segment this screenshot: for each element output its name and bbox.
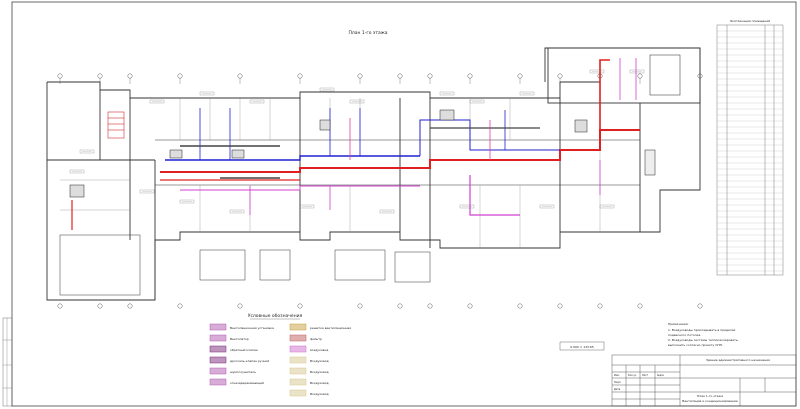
axis-bubble bbox=[127, 73, 133, 79]
axis-bubble bbox=[357, 303, 363, 309]
notes-line-4: выполнить согласно проекту СНП. bbox=[668, 343, 723, 347]
axis-bubble bbox=[427, 73, 433, 79]
title-block-rows: Изм. Кол.уч Лист №док Подп. Дата bbox=[614, 374, 665, 391]
title-block-cell: №док bbox=[657, 374, 665, 377]
legend-swatch bbox=[289, 378, 307, 386]
axis-bubble bbox=[467, 303, 473, 309]
legend-item: дроссель-клапан ручной bbox=[209, 356, 269, 364]
legend-label: Воздуховод bbox=[310, 392, 329, 396]
axis-bubble bbox=[397, 73, 403, 79]
legend-item: Воздуховод bbox=[289, 378, 329, 386]
legend-item: Воздуховод bbox=[289, 389, 329, 397]
title-block-cell: Подп. bbox=[614, 381, 621, 384]
axis-bubble bbox=[517, 303, 523, 309]
axis-bubble bbox=[127, 303, 133, 309]
legend-label: фильтр bbox=[310, 337, 322, 341]
axis-markers bbox=[57, 73, 703, 309]
axis-bubble bbox=[557, 303, 563, 309]
legend-swatch bbox=[209, 345, 227, 353]
legend-swatch bbox=[209, 323, 227, 331]
legend-label: Воздуховод bbox=[310, 359, 329, 363]
duct-network bbox=[71, 58, 640, 230]
axis-bubble bbox=[57, 303, 63, 309]
axis-bubble bbox=[397, 303, 403, 309]
axis-bubble bbox=[517, 73, 523, 79]
legend-swatch bbox=[209, 356, 227, 364]
axis-bubble bbox=[597, 303, 603, 309]
spec-table bbox=[716, 24, 784, 276]
legend-label: Воздуховод bbox=[310, 381, 329, 385]
equipment bbox=[69, 54, 681, 198]
legend-item: воздуховод bbox=[289, 345, 328, 353]
notes-line-3: 2. Воздуховоды системы теплоизолировать, bbox=[668, 338, 739, 342]
axis-bubble bbox=[237, 303, 243, 309]
drawing-sheet: План 1-го этажа 0.000 = 133.65 Условные … bbox=[2, 1, 797, 407]
staircase-left bbox=[107, 111, 125, 139]
legend-item: обратный клапан bbox=[209, 345, 258, 353]
legend-label: Вентиляционная установка bbox=[230, 326, 274, 330]
axis-bubble bbox=[637, 303, 643, 309]
title-block-cell: Лист bbox=[642, 374, 649, 377]
legend-label: решетка вентиляционная bbox=[310, 326, 351, 330]
legend-label: Воздуховод bbox=[310, 370, 329, 374]
axis-bubble bbox=[297, 303, 303, 309]
notes-line-2: подвесного потолка. bbox=[668, 333, 701, 337]
legend-label: шумоглушитель bbox=[230, 370, 256, 374]
legend-label: дроссель-клапан ручной bbox=[230, 359, 269, 363]
legend-label: Вентилятор bbox=[230, 337, 249, 341]
axis-bubble bbox=[357, 73, 363, 79]
legend-label: воздуховод bbox=[310, 348, 328, 352]
legend-item: Воздуховод bbox=[289, 367, 329, 375]
legend-item: решетка вентиляционная bbox=[289, 323, 351, 331]
axis-bubble bbox=[697, 303, 703, 309]
scale-box: 0.000 = 133.65 bbox=[559, 341, 605, 351]
axis-bubble bbox=[97, 73, 103, 79]
axis-bubble bbox=[177, 303, 183, 309]
title-block-cell: Дата bbox=[614, 388, 621, 391]
axis-bubble bbox=[557, 73, 563, 79]
sheet-subtitle: Вентиляция и кондиционирование bbox=[682, 399, 738, 403]
axis-bubble bbox=[297, 73, 303, 79]
legend-item: Воздуховод bbox=[289, 356, 329, 364]
legend-item: шумоглушитель bbox=[209, 367, 256, 375]
title-block-header: Здание административного назначения bbox=[706, 358, 770, 362]
legend-swatch bbox=[289, 389, 307, 397]
legend-swatch bbox=[289, 334, 307, 342]
legend-label: огнезадерживающий bbox=[230, 381, 264, 385]
legend-swatch bbox=[289, 367, 307, 375]
legend-item: Вентилятор bbox=[209, 334, 249, 342]
legend-item: огнезадерживающий bbox=[209, 378, 264, 386]
legend-swatch bbox=[289, 345, 307, 353]
spec-table-title: Экспликация помещений bbox=[730, 19, 770, 23]
title-block-cell: Кол.уч bbox=[628, 374, 637, 377]
axis-bubble bbox=[427, 303, 433, 309]
title-block-cell: Изм. bbox=[614, 374, 620, 377]
plan-title: План 1-го этажа bbox=[348, 30, 387, 36]
notes-title: Примечания: bbox=[668, 322, 689, 326]
axis-bubble bbox=[467, 73, 473, 79]
spec-table-rows bbox=[717, 30, 783, 272]
axis-bubble bbox=[237, 73, 243, 79]
dimension-tags bbox=[69, 69, 645, 214]
scale-label: 0.000 = 133.65 bbox=[570, 345, 594, 349]
legend: Условные обозначения Вентиляционная уста… bbox=[209, 313, 351, 397]
axis-bubble bbox=[57, 73, 63, 79]
legend-title: Условные обозначения bbox=[248, 313, 303, 319]
legend-swatch bbox=[209, 378, 227, 386]
legend-item: фильтр bbox=[289, 334, 322, 342]
notes: Примечания: 1. Воздуховоды прокладывать … bbox=[668, 322, 739, 347]
notes-line-1: 1. Воздуховоды прокладывать в пределах bbox=[668, 328, 736, 332]
legend-item: Вентиляционная установка bbox=[209, 323, 274, 331]
legend-swatch bbox=[209, 367, 227, 375]
sheet-title: План 1-го этажа bbox=[697, 394, 723, 398]
binding-stamp bbox=[2, 317, 13, 407]
axis-bubble bbox=[177, 73, 183, 79]
building-plan bbox=[46, 47, 701, 301]
legend-swatch bbox=[289, 356, 307, 364]
axis-bubble bbox=[97, 303, 103, 309]
legend-swatch bbox=[289, 323, 307, 331]
axis-bubble bbox=[637, 73, 643, 79]
legend-swatch bbox=[209, 334, 227, 342]
legend-label: обратный клапан bbox=[230, 348, 258, 352]
